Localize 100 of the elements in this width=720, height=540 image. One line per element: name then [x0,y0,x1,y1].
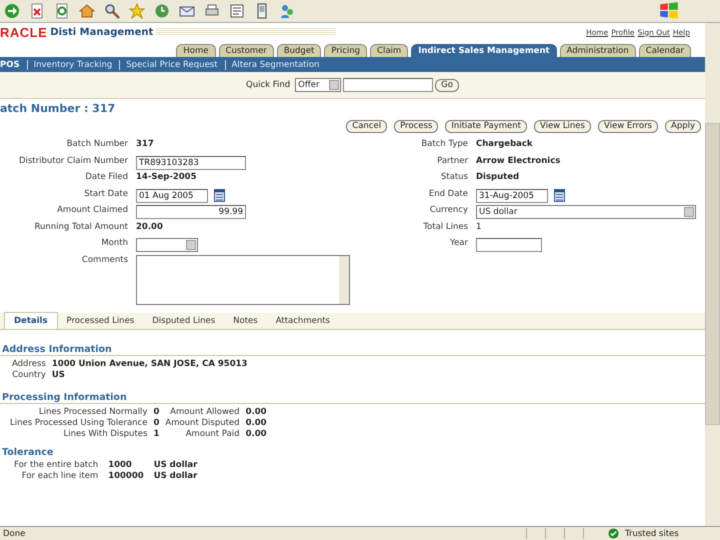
detail-label: Amount Paid [184,428,240,438]
field-value: 317 [136,139,154,149]
field-label: Partner [436,156,468,166]
field-label: Total Lines [422,222,468,232]
detail-label: Lines Processed Using Tolerance [10,418,148,428]
refresh-icon[interactable] [54,3,70,19]
dropdown-field[interactable]: US dollar [476,205,696,219]
nav-tab[interactable]: Claim [370,44,408,57]
detail-value: 0.00 [246,428,267,438]
nav-tab[interactable]: Budget [276,44,322,57]
check-icon [608,528,619,539]
field-label: Date Filed [84,172,128,182]
action-button[interactable]: Apply [665,120,701,133]
date-field[interactable]: 31-Aug-2005 [476,188,548,202]
quick-find-input[interactable] [343,78,434,92]
nav-tab[interactable]: Customer [218,44,274,57]
sub-tab[interactable]: Processed Lines [58,316,144,326]
field-label: Year [449,238,468,248]
detail-value: US [52,370,66,380]
nav-tab[interactable]: Administration [560,44,636,57]
page-heading: atch Number : 317 [0,102,116,116]
detail-value: 0.00 [246,406,267,416]
detail-value: 100000 [108,470,144,480]
home-icon[interactable] [79,3,95,19]
edit-icon[interactable] [229,3,245,19]
detail-value: 0 [153,418,160,428]
field-label: Status [440,172,468,182]
comments-field[interactable] [136,254,350,304]
sub-nav-link[interactable]: POS [0,60,20,70]
detail-label: Address [12,358,46,368]
field-label: Running Total Amount [34,222,128,232]
calendar-icon[interactable] [554,188,565,202]
field-label: Comments [80,254,128,264]
action-button[interactable]: Initiate Payment [445,120,527,133]
detail-label: For the entire batch [14,460,98,470]
detail-value: US dollar [154,460,198,470]
field-value: 1 [476,222,482,232]
field-value: 14-Sep-2005 [136,172,197,182]
input-field[interactable]: TR893103283 [136,156,246,170]
calendar-icon[interactable] [214,188,225,202]
detail-label: Amount Allowed [169,406,240,416]
field-label: Batch Type [420,139,468,149]
quick-find-label: Quick Find [246,80,290,90]
action-button[interactable]: View Errors [598,120,658,133]
detail-value: 0 [153,406,160,416]
action-button[interactable]: Process [394,120,438,133]
app-title: Disti Management [50,26,154,38]
date-field[interactable]: 01 Aug 2005 [136,188,208,202]
field-label: Currency [428,205,468,215]
oracle-logo: RACLE [0,24,48,40]
nav-tab[interactable]: Pricing [324,44,368,57]
sub-nav-link[interactable]: Special Price Request [119,60,218,70]
section-title: Tolerance [1,446,54,458]
detail-value: 0.00 [246,418,267,428]
scrollbar[interactable] [705,23,720,526]
section-title: Address Information [0,344,705,356]
detail-label: Lines With Disputes [62,428,148,438]
dropdown-field[interactable] [136,238,198,252]
action-button[interactable]: View Lines [534,120,591,133]
sub-tab[interactable]: Details [4,312,58,329]
detail-value: US dollar [154,470,198,480]
detail-label: For each line item [20,470,98,480]
field-value: 20.00 [136,222,163,232]
amount-field[interactable]: 99.99 [136,205,246,219]
forward-icon[interactable] [4,3,20,19]
field-value: Arrow Electronics [476,156,560,166]
action-button[interactable]: Cancel [346,120,388,133]
detail-label: Amount Disputed [165,418,240,428]
section-title: Processing Information [0,392,705,404]
input-field[interactable] [476,238,542,252]
field-value: Chargeback [476,139,533,149]
sub-tab[interactable]: Notes [224,316,267,326]
detail-value: 1 [153,428,160,438]
field-label: Batch Number [66,139,128,149]
sub-nav-link[interactable]: Altera Segmentation [224,60,320,70]
detail-value: 1000 Union Avenue, SAN JOSE, CA 95013 [52,358,248,368]
field-label: Start Date [83,188,128,198]
nav-tab[interactable]: Indirect Sales Management [411,44,557,57]
quick-find-select[interactable]: Offer [295,78,342,92]
detail-value: 1000 [108,460,133,470]
sub-tab[interactable]: Disputed Lines [143,316,224,326]
field-label: End Date [428,188,468,198]
history-icon[interactable] [154,3,170,19]
security-zone: Trusted sites [624,528,680,538]
sub-tab[interactable]: Attachments [266,316,339,326]
nav-tab[interactable]: Home [176,44,216,57]
star-icon[interactable] [129,3,145,19]
go-button[interactable]: Go [435,78,459,92]
nav-tab[interactable]: Calendar [638,44,691,57]
search-icon[interactable] [104,3,120,19]
messenger-icon[interactable] [279,3,295,19]
detail-label: Country [12,370,46,380]
field-label: Month [100,238,128,248]
field-value: Disputed [476,172,520,182]
stop-icon[interactable] [29,3,45,19]
status-text: Done [2,528,26,538]
field-label: Amount Claimed [56,205,128,215]
detail-label: Lines Processed Normally [38,406,148,416]
sub-nav-link[interactable]: Inventory Tracking [26,60,112,70]
field-label: Distributor Claim Number [18,156,128,166]
